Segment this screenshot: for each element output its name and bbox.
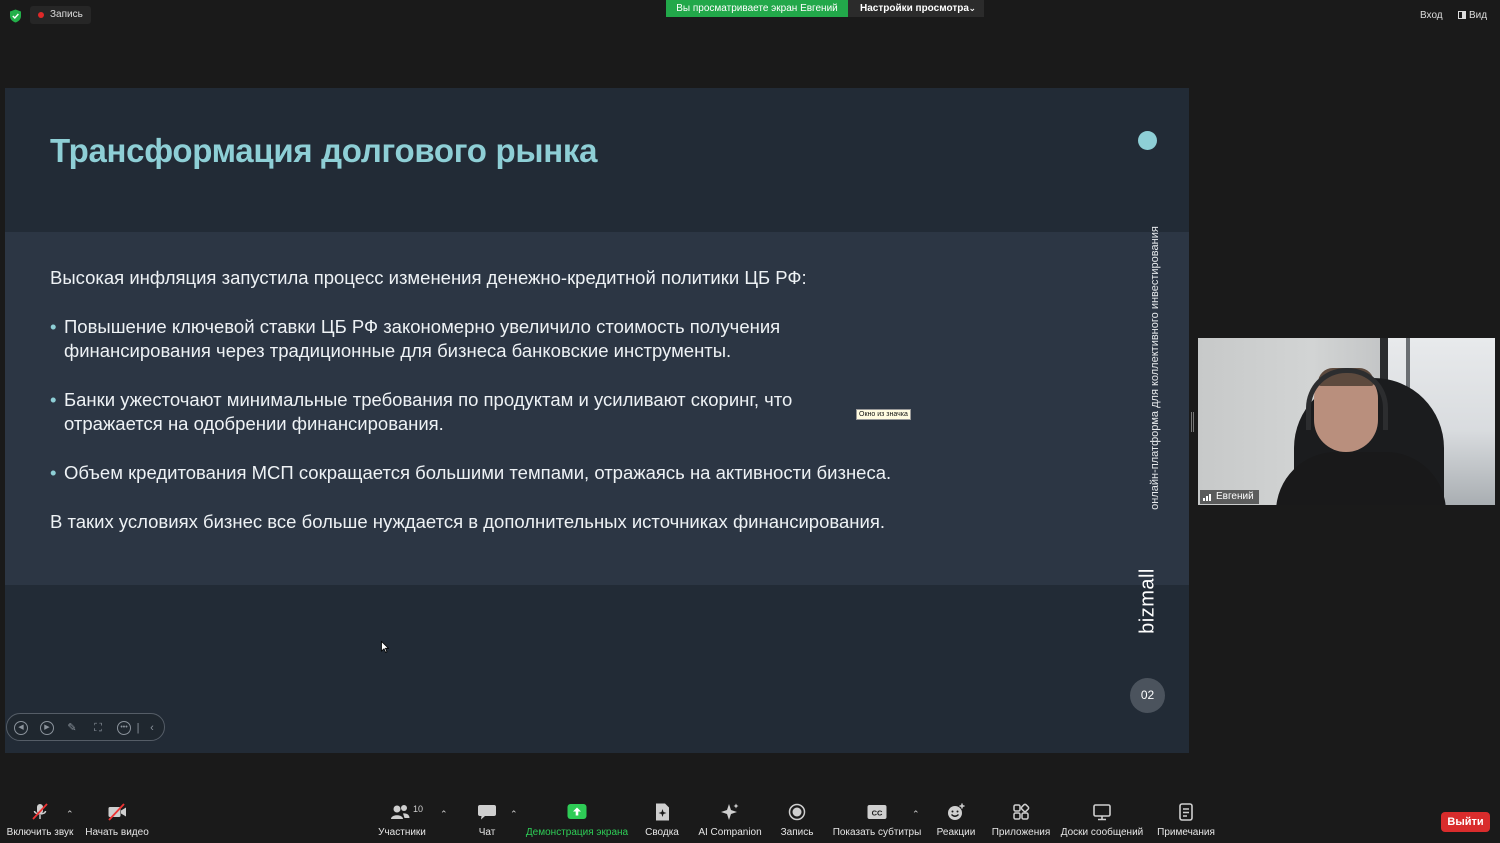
show-captions-label: Показать субтитры — [832, 827, 922, 838]
vertical-caption-text: онлайн-платформа для коллективного инвес… — [1149, 226, 1161, 510]
pen-icon[interactable]: ✎ — [65, 721, 79, 735]
notes-icon — [1179, 803, 1193, 821]
page-number: 02 — [1130, 678, 1165, 713]
whiteboards-label: Доски сообщений — [1060, 827, 1144, 838]
participant-name-label: Евгений — [1200, 490, 1259, 504]
accent-dot — [1138, 131, 1157, 150]
notes-button[interactable]: Примечания — [1157, 803, 1215, 839]
bullet-item: • Объем кредитования МСП сокращается бол… — [50, 461, 950, 485]
enter-button[interactable]: Вход — [1420, 8, 1443, 24]
unmute-label: Включить звук — [6, 827, 74, 838]
more-options-icon[interactable]: ••• — [117, 721, 131, 735]
chat-bubble-icon — [478, 805, 496, 820]
chat-options-chevron-icon[interactable]: ⌃ — [510, 809, 518, 820]
tooltip: Окно из значка — [856, 409, 911, 420]
share-screen-button[interactable]: Демонстрация экрана — [525, 803, 629, 839]
participants-options-chevron-icon[interactable]: ⌃ — [440, 809, 448, 820]
apps-grid-icon — [1013, 803, 1030, 820]
ai-companion-button[interactable]: AI Companion — [698, 803, 762, 839]
svg-text:CC: CC — [872, 809, 883, 818]
recording-indicator[interactable]: Запись — [30, 6, 91, 24]
share-screen-icon — [567, 804, 587, 819]
video-camera-off-icon — [108, 803, 126, 821]
record-button[interactable]: Запись — [780, 803, 814, 839]
start-video-label: Начать видео — [85, 827, 149, 838]
toolbar-divider: | — [136, 722, 140, 734]
slide-title: Трансформация долгового рынка — [50, 132, 598, 169]
notes-label: Примечания — [1157, 827, 1215, 838]
reaction-smiley-icon — [948, 803, 965, 820]
previous-slide-icon[interactable]: ◀ — [14, 721, 28, 735]
vertical-caption: онлайн-платформа для коллективного инвес… — [1148, 208, 1162, 528]
recording-label: Запись — [50, 9, 83, 20]
microphone-muted-icon — [32, 803, 48, 820]
recording-dot-icon — [38, 12, 44, 18]
captions-options-chevron-icon[interactable]: ⌃ — [912, 809, 920, 820]
shared-screen-slide: Трансформация долгового рынка Высокая ин… — [5, 88, 1189, 753]
bullet-line: Объем кредитования МСП сокращается больш… — [64, 462, 892, 483]
bullet-item: • Банки ужесточают минимальные требовани… — [50, 388, 890, 436]
record-icon — [788, 803, 806, 821]
apps-button[interactable]: Приложения — [992, 803, 1050, 839]
meeting-toolbar: Включить звук ⌃ Начать видео 10 Участник… — [0, 795, 1500, 843]
bullet-line: Банки ужесточают минимальные требования … — [64, 389, 793, 410]
slide-conclusion: В таких условиях бизнес все больше нужда… — [50, 511, 886, 532]
bullet-line: отражается на одобрении финансирования. — [64, 413, 444, 434]
view-button[interactable]: Вид — [1458, 8, 1487, 24]
chat-button[interactable]: Чат — [470, 803, 504, 839]
summary-label: Сводка — [645, 827, 679, 838]
brand-text: bizmall — [1136, 567, 1159, 634]
participants-count: 10 — [413, 804, 424, 814]
view-label: Вид — [1469, 10, 1488, 21]
bullet-line: Повышение ключевой ставки ЦБ РФ закономе… — [64, 316, 781, 337]
closed-captions-icon: CC — [867, 805, 887, 819]
viewing-screen-banner: Вы просматриваете экран Евгений — [666, 0, 848, 17]
reactions-button[interactable]: Реакции — [936, 803, 976, 839]
record-label: Запись — [780, 827, 814, 838]
slide-navigation-toolbar: ◀ ▶ ✎ ⛶ ••• | ‹ — [6, 713, 165, 741]
top-bar: Запись Вы просматриваете экран Евгений Н… — [0, 0, 1500, 32]
chat-label: Чат — [478, 827, 496, 838]
reactions-label: Реакции — [936, 827, 976, 838]
bullet-icon: • — [50, 389, 57, 410]
panel-resize-handle[interactable] — [1191, 412, 1194, 432]
whiteboards-button[interactable]: Доски сообщений — [1060, 803, 1144, 839]
apps-label: Приложения — [991, 827, 1051, 838]
zoom-icon[interactable]: ⛶ — [91, 721, 105, 735]
summary-document-icon — [656, 803, 669, 821]
participant-name: Евгений — [1216, 491, 1254, 502]
chevron-down-icon: ⌄ — [968, 3, 976, 13]
collapse-icon[interactable]: ‹ — [145, 721, 159, 735]
view-layout-icon — [1458, 11, 1466, 19]
show-captions-button[interactable]: CC Показать субтитры — [832, 803, 922, 839]
signal-bars-icon — [1203, 494, 1211, 501]
ai-companion-label: AI Companion — [698, 827, 762, 838]
whiteboard-icon — [1093, 804, 1111, 821]
shield-icon[interactable] — [9, 9, 22, 23]
sparkle-icon — [721, 803, 739, 820]
participants-button[interactable]: 10 Участники — [378, 803, 426, 839]
view-settings-button[interactable]: Настройки просмотра ⌄ — [848, 0, 984, 17]
mouse-cursor-icon — [381, 641, 389, 653]
slide-intro: Высокая инфляция запустила процесс измен… — [50, 267, 807, 288]
leave-meeting-button[interactable]: Выйти — [1441, 812, 1490, 832]
bullet-icon: • — [50, 316, 57, 337]
share-screen-label: Демонстрация экрана — [525, 827, 629, 838]
participant-video-tile[interactable]: Евгений — [1198, 338, 1495, 505]
bullet-line: финансирования через традиционные для би… — [64, 340, 732, 361]
audio-options-chevron-icon[interactable]: ⌃ — [66, 809, 74, 820]
next-slide-icon[interactable]: ▶ — [40, 721, 54, 735]
bullet-item: • Повышение ключевой ставки ЦБ РФ законо… — [50, 315, 890, 363]
brand-logo: bizmall — [1136, 567, 1159, 634]
summary-button[interactable]: Сводка — [644, 803, 680, 839]
participants-label: Участники — [378, 827, 426, 838]
view-settings-label: Настройки просмотра — [860, 3, 969, 14]
start-video-button[interactable]: Начать видео — [85, 803, 149, 839]
unmute-button[interactable]: Включить звук — [6, 803, 74, 839]
participants-icon — [391, 805, 410, 819]
bullet-icon: • — [50, 462, 57, 483]
